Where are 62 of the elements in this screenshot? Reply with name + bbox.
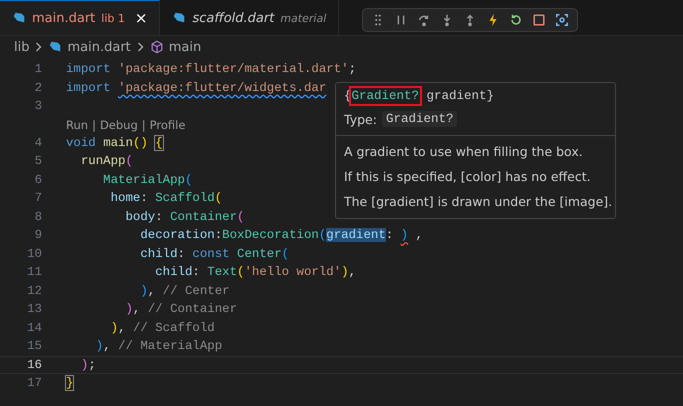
doc-paragraph: The [gradient] is drawn under the [image]. [343, 193, 614, 211]
breadcrumb-item[interactable]: main.dart [67, 40, 131, 54]
code-line: body: Container( [124, 210, 244, 224]
line-number: 3 [34, 99, 42, 114]
codelens-link[interactable]: Debug [100, 118, 138, 132]
code-line: import 'package:flutter/widgets.dar [66, 80, 326, 95]
code-line: void main() { [66, 136, 163, 150]
chevron-icon [34, 42, 44, 52]
line-number: 6 [34, 172, 42, 187]
line-number: 16 [26, 358, 42, 372]
restart-icon[interactable] [509, 13, 523, 27]
line-number: 14 [26, 320, 42, 335]
line-number: 11 [26, 265, 42, 280]
code-line: import 'package:flutter/material.dart'; [66, 62, 356, 76]
tab-title: scaffold.dart [192, 10, 274, 26]
line-number: 15 [26, 339, 42, 354]
dart-icon [12, 11, 26, 25]
inspect-icon[interactable] [555, 13, 569, 27]
line-number: 1 [34, 62, 42, 76]
code-line: child: const Center( [139, 246, 290, 261]
code-line: decoration:BoxDecoration(gradient: ) , [139, 228, 423, 242]
line-number: 17 [26, 376, 42, 390]
dart-icon [48, 40, 62, 54]
chevron-icon [136, 42, 145, 52]
code-line: child: Text('hello world'), [154, 265, 356, 280]
type-value: Gradient? [382, 111, 458, 127]
close-icon[interactable]: × [134, 9, 148, 27]
stop-icon[interactable] [532, 13, 546, 27]
code-line: runApp( [80, 154, 133, 168]
tab-title: main.dart [32, 10, 96, 26]
line-number: 8 [34, 210, 42, 224]
code-line: ), // MaterialApp [94, 339, 222, 354]
codelens-separator: | [142, 118, 146, 132]
doc-paragraph: If this is specified, [color] has no effect. [343, 168, 592, 186]
cube-icon [150, 40, 164, 54]
dart-icon [172, 11, 186, 25]
line-number: 10 [26, 246, 42, 261]
line-number: 7 [34, 191, 42, 206]
line-number: 9 [34, 228, 42, 242]
code-line: MaterialApp( [102, 172, 192, 187]
code-line: ), // Center [139, 284, 230, 298]
code-line: ), // Scaffold [110, 320, 215, 335]
step-over-icon[interactable] [417, 13, 431, 27]
line-number: 4 [34, 136, 42, 150]
file-tab[interactable]: main.dart lib 1 × [0, 0, 160, 35]
breadcrumb-item[interactable]: lib [14, 40, 30, 54]
breadcrumb-item[interactable]: main [168, 40, 202, 54]
line-number: 2 [34, 80, 42, 95]
codelens-link[interactable]: Run [66, 118, 88, 132]
type-label: Type: [344, 112, 377, 126]
code-line: } [66, 376, 74, 390]
line-number: 13 [26, 302, 42, 316]
code-line: home: Scaffold( [110, 191, 222, 206]
code-line: ); [80, 358, 96, 372]
line-number: 12 [26, 284, 42, 298]
codelens-link[interactable]: Profile [150, 118, 186, 132]
code-line: ), // Container [124, 302, 238, 316]
doc-paragraph: A gradient to use when filling the box. [343, 143, 584, 161]
codelens-separator: | [92, 118, 96, 132]
tab-detail: lib 1 [101, 12, 125, 24]
tab-detail: material [280, 12, 326, 24]
line-number: 5 [34, 154, 42, 168]
